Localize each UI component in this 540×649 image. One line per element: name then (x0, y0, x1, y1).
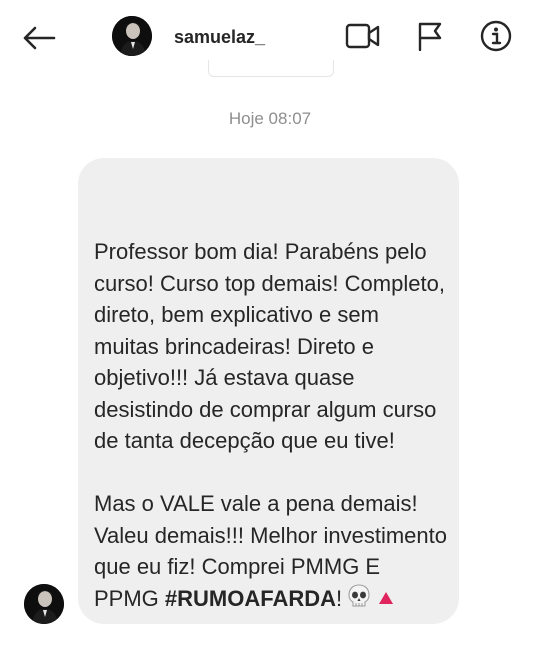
media-preview-edge (208, 60, 334, 77)
message-text: Professor bom dia! Parabéns pelo curso! … (94, 236, 449, 617)
message-exclamation: ! (336, 585, 343, 611)
avatar[interactable] (112, 16, 152, 56)
message-paragraph-1: Professor bom dia! Parabéns pelo curso! … (94, 239, 452, 453)
arrow-left-icon (23, 26, 56, 50)
video-camera-icon (345, 23, 380, 49)
avatar-photo (112, 16, 152, 56)
report-button[interactable] (412, 18, 448, 54)
avatar-photo (24, 584, 64, 624)
skull-emoji (346, 583, 372, 618)
message-timestamp: Hoje 08:07 (228, 109, 312, 128)
chat-username[interactable]: samuelaz_ (174, 26, 265, 48)
sender-avatar[interactable] (24, 584, 64, 624)
info-icon (480, 20, 512, 52)
back-button[interactable] (20, 20, 58, 56)
flag-icon (418, 22, 442, 51)
info-button[interactable] (478, 18, 514, 54)
video-call-button[interactable] (345, 18, 381, 54)
red-triangle-emoji (376, 584, 396, 616)
message-bubble[interactable]: Professor bom dia! Parabéns pelo curso! … (78, 158, 459, 624)
message-hashtag[interactable]: #RUMOAFARDA (165, 586, 336, 611)
